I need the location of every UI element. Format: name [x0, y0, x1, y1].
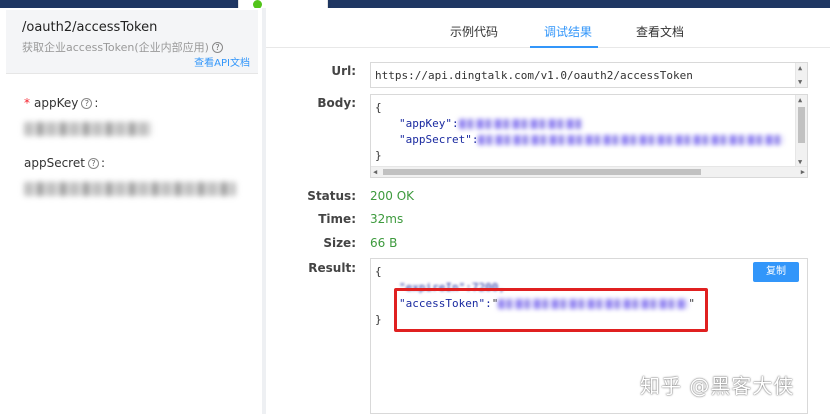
scroll-right-icon[interactable]: ▶	[801, 168, 805, 176]
body-appsecret-line: "appSecret":	[399, 133, 785, 146]
appkey-input[interactable]	[24, 122, 152, 136]
masked-appkey	[458, 119, 583, 129]
tab-debug-result[interactable]: 调试结果	[544, 23, 592, 40]
api-description-text: 获取企业accessToken(企业内部应用)	[22, 41, 209, 54]
copy-button[interactable]: 复制	[753, 262, 799, 282]
required-asterisk: *	[24, 96, 30, 110]
api-header: /oauth2/accessToken 获取企业accessToken(企业内部…	[6, 10, 258, 74]
scroll-down-icon[interactable]: ▼	[798, 158, 802, 166]
size-value: 66 B	[370, 236, 398, 250]
scroll-left-icon[interactable]: ◀	[373, 168, 377, 176]
help-icon[interactable]: ?	[211, 41, 223, 53]
tab-view-doc[interactable]: 查看文档	[636, 23, 684, 40]
help-icon[interactable]: ?	[81, 97, 93, 109]
result-label: Result:	[308, 261, 356, 275]
api-path-title: /oauth2/accessToken	[22, 20, 158, 35]
request-body-editor[interactable]: { "appKey": "appSecret": } ▲ ▼ ◀ ▶	[370, 94, 808, 178]
url-label: Url:	[331, 64, 356, 78]
appkey-label-text: appKey	[34, 96, 79, 110]
appsecret-input[interactable]	[24, 182, 236, 196]
status-value: 200 OK	[370, 189, 415, 203]
help-icon[interactable]: ?	[87, 157, 99, 169]
scroll-up-icon[interactable]: ▲	[798, 96, 802, 104]
url-value: https://api.dingtalk.com/v1.0/oauth2/acc…	[375, 69, 693, 82]
masked-appsecret	[478, 135, 785, 145]
url-field[interactable]: https://api.dingtalk.com/v1.0/oauth2/acc…	[370, 62, 808, 88]
top-nav-bar	[0, 0, 830, 8]
time-value: 32ms	[370, 212, 404, 226]
body-horizontal-scrollbar[interactable]: ◀ ▶	[371, 166, 807, 177]
debug-result-panel: 示例代码 调试结果 查看文档 Url: https://api.dingtalk…	[266, 8, 830, 414]
api-description: 获取企业accessToken(企业内部应用) ?	[22, 39, 223, 55]
appsecret-label-text: appSecret	[24, 156, 85, 170]
scroll-thumb[interactable]	[798, 107, 805, 143]
highlight-annotation	[394, 288, 708, 332]
appsecret-label: appSecret ? :	[24, 156, 105, 170]
scroll-up-icon[interactable]: ▲	[798, 64, 802, 72]
time-label: Time:	[318, 212, 356, 226]
body-vertical-scrollbar[interactable]: ▲ ▼	[795, 95, 807, 167]
url-scrollbar[interactable]: ▲ ▼	[795, 63, 807, 87]
active-tab-indicator	[530, 46, 598, 48]
tab-sample-code[interactable]: 示例代码	[450, 23, 498, 40]
scroll-thumb[interactable]	[383, 169, 701, 175]
appkey-label: * appKey ? :	[24, 96, 99, 110]
request-params-panel: /oauth2/accessToken 获取企业accessToken(企业内部…	[0, 8, 262, 414]
result-tabs: 示例代码 调试结果 查看文档	[266, 8, 830, 48]
view-api-doc-link[interactable]: 查看API文档	[194, 54, 250, 69]
body-label: Body:	[317, 96, 356, 110]
watermark: 知乎 @黑客大侠	[640, 374, 795, 398]
size-label: Size:	[323, 236, 356, 250]
body-appkey-line: "appKey":	[399, 117, 583, 130]
scroll-down-icon[interactable]: ▼	[798, 78, 802, 86]
status-label: Status:	[307, 189, 356, 203]
